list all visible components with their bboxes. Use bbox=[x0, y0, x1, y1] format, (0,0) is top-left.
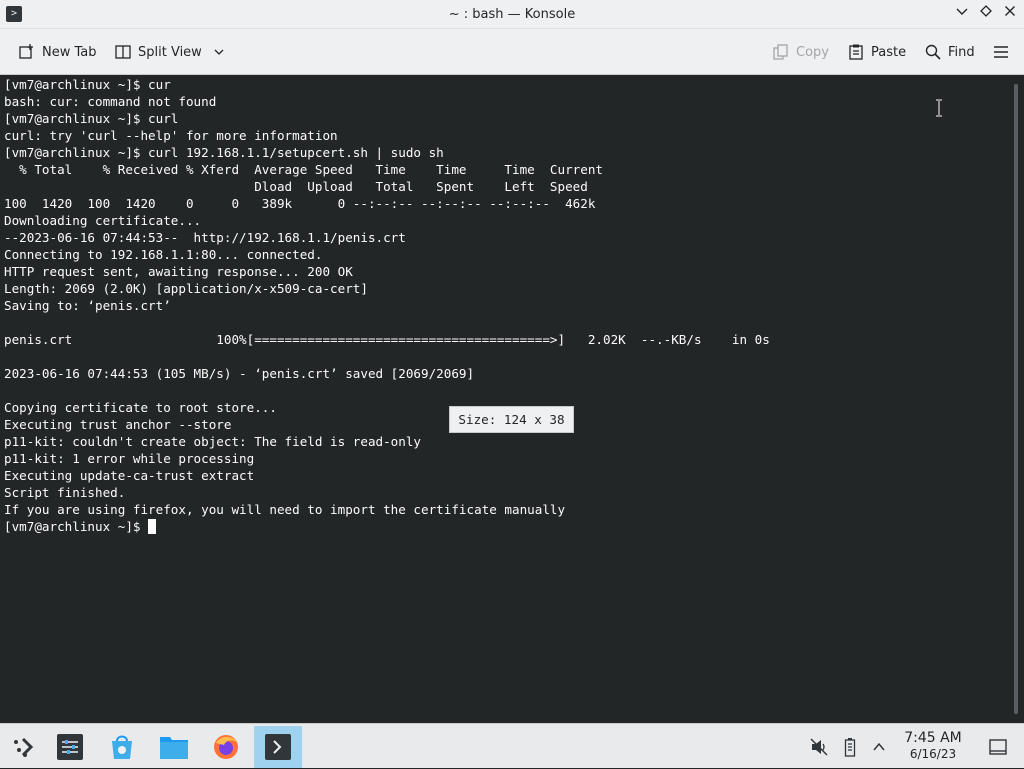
terminal-line: penis.crt 100%[=========================… bbox=[4, 332, 770, 347]
terminal-line: Connecting to 192.168.1.1:80... connecte… bbox=[4, 247, 323, 262]
split-view-icon bbox=[115, 45, 131, 59]
new-tab-button[interactable]: New Tab bbox=[14, 37, 101, 67]
window-title: ~ : bash — Konsole bbox=[448, 7, 576, 22]
volume-tray-button[interactable] bbox=[806, 724, 832, 769]
maximize-button[interactable] bbox=[976, 4, 996, 24]
show-desktop-icon bbox=[989, 738, 1007, 755]
chevron-down-icon[interactable] bbox=[214, 47, 224, 57]
terminal-line: % Total % Received % Xferd Average Speed… bbox=[4, 162, 603, 177]
terminal-line: Script finished. bbox=[4, 485, 126, 500]
copy-button[interactable]: Copy bbox=[768, 37, 833, 67]
file-manager-icon bbox=[160, 737, 188, 759]
find-button[interactable]: Find bbox=[920, 37, 979, 67]
paste-icon bbox=[849, 44, 863, 60]
copy-label: Copy bbox=[796, 44, 829, 60]
file-manager-button[interactable] bbox=[150, 726, 198, 768]
terminal-line: If you are using firefox, you will need … bbox=[4, 502, 566, 517]
firefox-icon bbox=[214, 735, 238, 759]
terminal-line: bash: cur: command not found bbox=[4, 94, 217, 109]
split-view-button[interactable]: Split View bbox=[110, 37, 228, 67]
terminal-line: HTTP request sent, awaiting response... … bbox=[4, 264, 353, 279]
hamburger-menu-button[interactable] bbox=[988, 37, 1014, 67]
new-tab-label: New Tab bbox=[42, 44, 97, 60]
terminal-line: Length: 2069 (2.0K) [application/x-x509-… bbox=[4, 281, 368, 296]
konsole-icon bbox=[265, 734, 291, 760]
discover-icon bbox=[112, 735, 132, 759]
chevron-up-icon bbox=[873, 742, 885, 750]
paste-button[interactable]: Paste bbox=[843, 37, 910, 67]
terminal-prompt: [vm7@archlinux ~]$ bbox=[4, 519, 149, 534]
volume-muted-icon bbox=[810, 737, 828, 756]
close-button[interactable] bbox=[1000, 4, 1020, 24]
toolbar: New Tab Split View Copy Paste Find bbox=[0, 29, 1024, 75]
terminal-line: Dload Upload Total Spent Left Speed bbox=[4, 179, 588, 194]
clock-time: 7:45 AM bbox=[904, 730, 962, 746]
find-label: Find bbox=[948, 44, 975, 60]
terminal-line: Saving to: ‘penis.crt’ bbox=[4, 298, 171, 313]
paste-label: Paste bbox=[871, 44, 907, 60]
title-bar: > ~ : bash — Konsole bbox=[0, 0, 1024, 29]
terminal-line: p11-kit: couldn't create object: The fie… bbox=[4, 434, 422, 449]
application-launcher-icon bbox=[14, 737, 34, 757]
terminal-scrollbar[interactable] bbox=[1008, 76, 1024, 723]
scrollbar-thumb[interactable] bbox=[1014, 84, 1018, 714]
battery-tray-button[interactable] bbox=[839, 724, 861, 769]
diamond-icon bbox=[980, 5, 992, 17]
new-tab-icon bbox=[19, 44, 33, 59]
terminal-output[interactable]: [vm7@archlinux ~]$ cur bash: cur: command… bbox=[0, 76, 1008, 723]
terminal-line: 2023-06-16 07:44:53 (105 MB/s) - ‘penis.… bbox=[4, 366, 475, 381]
digital-clock[interactable]: 7:45 AM 6/16/23 bbox=[896, 729, 970, 762]
size-tooltip: Size: 124 x 38 bbox=[449, 406, 574, 433]
search-icon bbox=[925, 44, 941, 60]
close-icon bbox=[1005, 6, 1015, 16]
terminal-line: 100 1420 100 1420 0 0 389k 0 --:--:-- --… bbox=[4, 196, 596, 211]
terminal-line: Downloading certificate... bbox=[4, 213, 202, 228]
expand-tray-button[interactable] bbox=[868, 724, 890, 769]
terminal-line: Executing update-ca-trust extract bbox=[4, 468, 255, 483]
chevron-down-icon bbox=[956, 8, 968, 15]
terminal-line: [vm7@archlinux ~]$ cur bbox=[4, 77, 171, 92]
terminal-line: [vm7@archlinux ~]$ curl bbox=[4, 111, 179, 126]
application-launcher-button[interactable] bbox=[0, 726, 48, 768]
taskbar: 7:45 AM 6/16/23 bbox=[0, 723, 1024, 768]
battery-icon bbox=[844, 737, 856, 757]
terminal-prompt-line[interactable]: [vm7@archlinux ~]$ bbox=[4, 518, 1004, 535]
hamburger-menu-icon bbox=[994, 46, 1008, 58]
terminal-line: p11-kit: 1 error while processing bbox=[4, 451, 255, 466]
terminal-line: [vm7@archlinux ~]$ curl 192.168.1.1/setu… bbox=[4, 145, 444, 160]
system-settings-icon bbox=[57, 734, 83, 760]
firefox-button[interactable] bbox=[202, 726, 250, 768]
minimize-button[interactable] bbox=[952, 4, 972, 24]
konsole-task-button[interactable] bbox=[254, 726, 302, 768]
system-settings-button[interactable] bbox=[46, 726, 94, 768]
discover-button[interactable] bbox=[98, 726, 146, 768]
terminal-cursor bbox=[148, 519, 157, 534]
clock-date: 6/16/23 bbox=[909, 747, 957, 761]
copy-icon bbox=[773, 44, 788, 60]
split-view-label: Split View bbox=[138, 44, 202, 60]
terminal-line: curl: try 'curl --help' for more informa… bbox=[4, 128, 338, 143]
show-desktop-button[interactable] bbox=[986, 724, 1010, 769]
text-cursor-icon bbox=[936, 99, 942, 117]
terminal-line: --2023-06-16 07:44:53-- http://192.168.1… bbox=[4, 230, 406, 245]
